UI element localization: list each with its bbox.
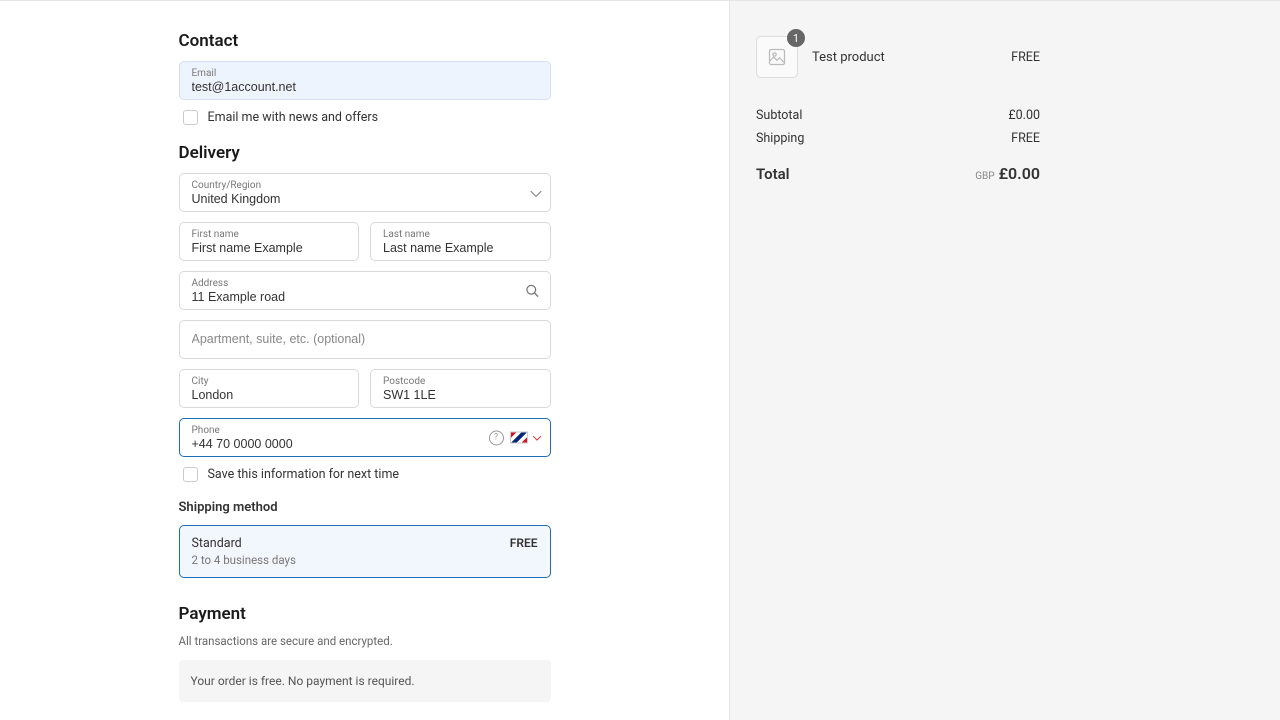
newsletter-checkbox-row[interactable]: Email me with news and offers: [183, 110, 551, 125]
save-info-row[interactable]: Save this information for next time: [183, 467, 551, 482]
shipping-option-price: FREE: [510, 536, 538, 550]
email-input[interactable]: [192, 80, 538, 94]
last-name-field[interactable]: Last name: [370, 222, 551, 261]
email-label: Email: [192, 68, 538, 79]
shipping-option-desc: 2 to 4 business days: [192, 553, 296, 567]
phone-field[interactable]: Phone ?: [179, 418, 551, 457]
first-name-field[interactable]: First name: [179, 222, 360, 261]
total-currency: GBP: [975, 171, 994, 182]
payment-section: Payment All transactions are secure and …: [179, 604, 551, 720]
city-input[interactable]: [192, 388, 347, 402]
first-name-label: First name: [192, 229, 347, 240]
shipping-value: FREE: [1011, 131, 1040, 146]
cart-line-item: 1 Test product FREE: [756, 36, 1040, 78]
country-label: Country/Region: [192, 180, 538, 191]
save-info-checkbox[interactable]: [183, 467, 198, 482]
postcode-input[interactable]: [383, 388, 538, 402]
last-name-input[interactable]: [383, 241, 538, 255]
email-field-wrapper[interactable]: Email: [179, 61, 551, 100]
cart-item-name: Test product: [812, 50, 997, 65]
shipping-option-standard[interactable]: Standard 2 to 4 business days FREE: [179, 525, 551, 578]
address-label: Address: [192, 278, 538, 289]
delivery-heading: Delivery: [179, 143, 551, 163]
contact-section: Contact Email Email me with news and off…: [179, 31, 551, 125]
postcode-field[interactable]: Postcode: [370, 369, 551, 408]
subtotal-row: Subtotal £0.00: [756, 108, 1040, 123]
first-name-input[interactable]: [192, 241, 347, 255]
shipping-method-heading: Shipping method: [179, 500, 551, 515]
address-input[interactable]: [192, 290, 538, 304]
apartment-input[interactable]: [192, 332, 538, 346]
phone-right-icons: ?: [489, 430, 540, 445]
subtotal-value: £0.00: [1008, 108, 1040, 123]
total-label: Total: [756, 165, 790, 183]
uk-flag-icon[interactable]: [510, 432, 528, 444]
total-amount: £0.00: [999, 164, 1040, 183]
help-icon[interactable]: ?: [489, 430, 504, 445]
address-field[interactable]: Address: [179, 271, 551, 310]
phone-input[interactable]: [192, 437, 538, 451]
country-value[interactable]: [192, 192, 538, 206]
chevron-down-icon[interactable]: [532, 432, 540, 440]
save-info-label: Save this information for next time: [208, 467, 400, 482]
postcode-label: Postcode: [383, 376, 538, 387]
payment-free-notice: Your order is free. No payment is requir…: [179, 660, 551, 702]
apartment-field[interactable]: [179, 320, 551, 359]
shipping-row: Shipping FREE: [756, 131, 1040, 146]
address-search-icon[interactable]: [525, 283, 540, 298]
newsletter-checkbox[interactable]: [183, 110, 198, 125]
newsletter-label: Email me with news and offers: [208, 110, 379, 125]
shipping-option-name: Standard: [192, 536, 296, 551]
payment-desc: All transactions are secure and encrypte…: [179, 634, 551, 648]
city-label: City: [192, 376, 347, 387]
quantity-badge: 1: [787, 29, 805, 47]
last-name-label: Last name: [383, 229, 538, 240]
cart-thumbnail-wrap: 1: [756, 36, 798, 78]
shipping-label: Shipping: [756, 131, 804, 146]
order-summary-panel: 1 Test product FREE Subtotal £0.00 Shipp…: [730, 1, 1280, 720]
delivery-section: Delivery Country/Region First name Last …: [179, 143, 551, 578]
payment-heading: Payment: [179, 604, 551, 624]
contact-heading: Contact: [179, 31, 551, 51]
country-dropdown-icon[interactable]: [532, 190, 540, 195]
cart-item-price: FREE: [1011, 50, 1040, 65]
phone-label: Phone: [192, 425, 538, 436]
total-row: Total GBP £0.00: [756, 164, 1040, 183]
country-select[interactable]: Country/Region: [179, 173, 551, 212]
city-field[interactable]: City: [179, 369, 360, 408]
subtotal-label: Subtotal: [756, 108, 802, 123]
